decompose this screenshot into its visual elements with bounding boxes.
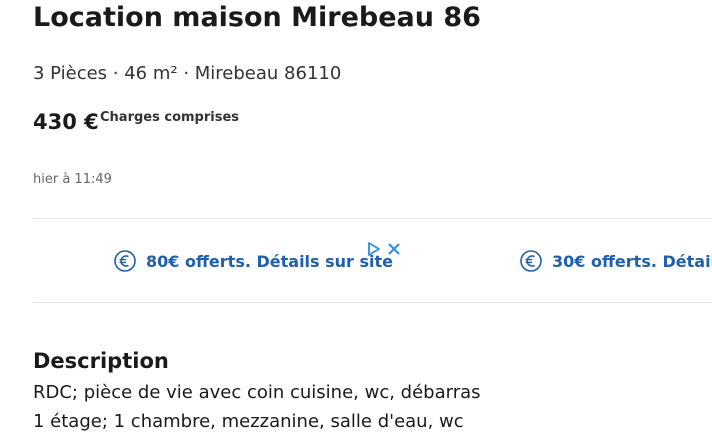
divider [33, 218, 712, 219]
description-line: RDC; pièce de vie avec coin cuisine, wc,… [33, 382, 481, 403]
publication-date: hier à 11:49 [33, 172, 112, 187]
euro-icon [113, 249, 137, 273]
listing-page: Location maison Mirebeau 86 3 Pièces · 4… [0, 0, 712, 447]
listing-summary: 3 Pièces · 46 m² · Mirebeau 86110 [33, 63, 342, 84]
listing-title: Location maison Mirebeau 86 [33, 2, 481, 33]
ad-offer-2[interactable]: 30€ offerts. Détails sur site [519, 246, 712, 276]
adchoices-play-icon[interactable] [367, 241, 381, 256]
ad-choices[interactable] [367, 241, 401, 256]
ad-offer-1[interactable]: 80€ offerts. Détails sur site [113, 246, 393, 276]
ad-text: 80€ offerts. Détails sur site [146, 251, 394, 271]
divider [33, 302, 712, 303]
description-heading: Description [33, 349, 169, 374]
ad-text: 30€ offerts. Détails sur site [552, 251, 712, 271]
euro-icon [519, 249, 543, 273]
charges-note: Charges comprises [100, 110, 240, 125]
description-line: 1 étage; 1 chambre, mezzanine, salle d'e… [33, 411, 464, 432]
close-icon[interactable] [387, 241, 401, 255]
listing-price: 430 € [33, 110, 99, 134]
